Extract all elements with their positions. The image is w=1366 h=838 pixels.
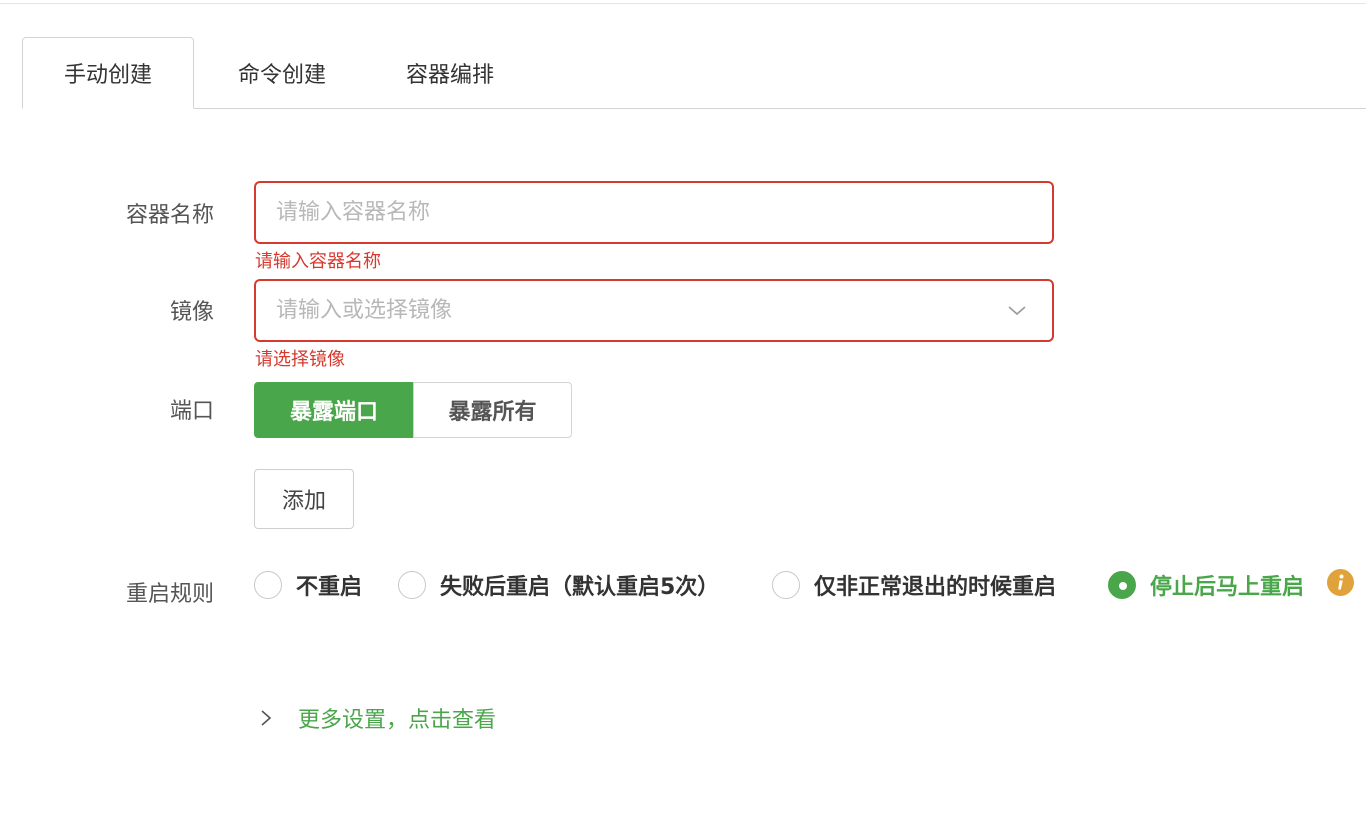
radio-icon-checked[interactable] [1108,571,1136,599]
radio-icon[interactable] [772,571,800,599]
image-label: 镜像 [169,300,214,325]
container-name-input[interactable] [276,183,996,242]
radio-label: 失败后重启（默认重启5次） [440,575,720,600]
image-input[interactable] [276,281,996,340]
segment-label: 暴露所有 [448,400,537,425]
radio-icon[interactable] [254,571,282,599]
container-name-error: 请输入容器名称 [255,251,381,272]
chevron-right-icon [261,710,272,726]
tab-label: 容器编排 [405,63,494,88]
radio-label: 仅非正常退出的时候重启 [814,575,1057,600]
tab-bar: 手动创建 命令创建 容器编排 [22,37,1366,109]
restart-policy-label: 重启规则 [125,582,214,607]
top-divider [0,0,1366,4]
tab-command-create[interactable]: 命令创建 [212,37,352,109]
more-settings-link[interactable]: 更多设置，点击查看 [258,703,496,733]
add-port-button[interactable]: 添加 [254,469,354,529]
tab-container-orchestration[interactable]: 容器编排 [380,37,520,109]
radio-label: 停止后马上重启 [1150,575,1305,600]
info-icon[interactable] [1327,569,1354,596]
container-name-label: 容器名称 [125,203,214,228]
tab-label: 命令创建 [237,63,326,88]
port-label: 端口 [169,399,214,424]
container-name-field [254,181,1054,244]
radio-label: 不重启 [296,575,363,600]
restart-option-no[interactable]: 不重启 [254,570,362,600]
more-settings-label: 更多设置，点击查看 [298,708,497,733]
tab-label: 手动创建 [63,63,152,88]
chevron-down-icon[interactable] [1006,299,1028,321]
image-select[interactable] [254,279,1054,342]
expose-all-button[interactable]: 暴露所有 [413,382,572,438]
tab-manual-create[interactable]: 手动创建 [22,37,194,109]
expose-port-button[interactable]: 暴露端口 [254,382,414,438]
image-error: 请选择镜像 [255,349,345,370]
radio-icon[interactable] [398,571,426,599]
restart-option-unless-abnormal[interactable]: 仅非正常退出的时候重启 [772,570,1056,600]
restart-option-on-failure[interactable]: 失败后重启（默认重启5次） [398,570,719,600]
restart-option-always[interactable]: 停止后马上重启 [1108,570,1304,600]
segment-label: 暴露端口 [289,400,378,425]
add-button-label: 添加 [281,489,326,514]
